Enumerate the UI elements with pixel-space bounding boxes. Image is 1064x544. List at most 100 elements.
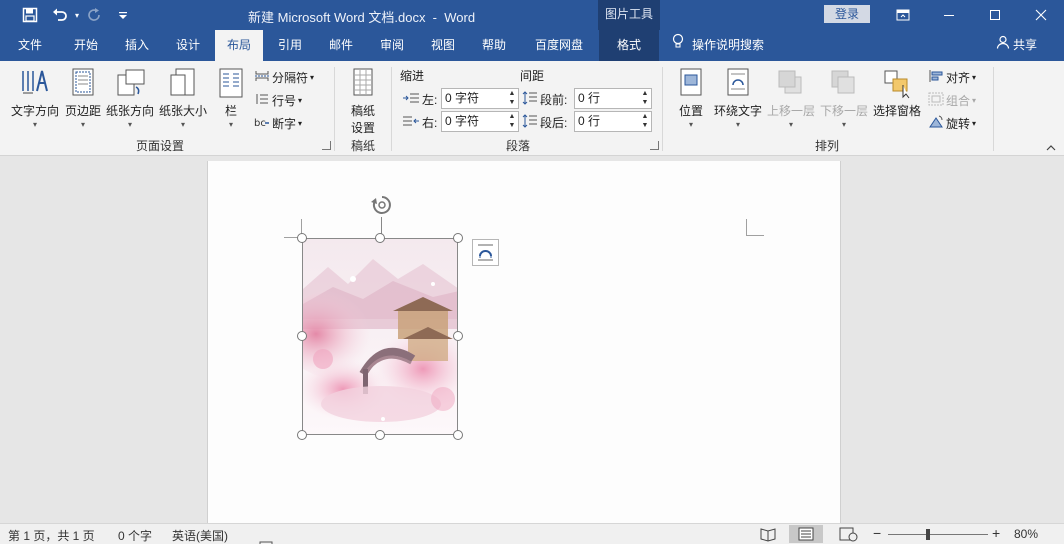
- print-layout-icon[interactable]: [789, 525, 823, 543]
- selection-pane-button[interactable]: 选择窗格: [872, 67, 922, 119]
- group-divider: [391, 67, 392, 151]
- bring-forward-label: 上移一层: [766, 104, 815, 118]
- position-button[interactable]: 位置 ▾: [675, 67, 707, 129]
- chevron-down-icon: ▾: [841, 120, 846, 129]
- resize-handle-top-left[interactable]: [297, 233, 307, 243]
- tell-me-label: 操作说明搜索: [692, 38, 765, 52]
- picture-tools-context-title: 图片工具: [598, 0, 660, 30]
- rotate-button[interactable]: 旋转 ▾: [928, 114, 976, 132]
- tab-baidu-netdisk[interactable]: 百度网盘: [519, 30, 599, 61]
- breaks-button[interactable]: 分隔符 ▾: [254, 68, 314, 86]
- hyphenation-icon: bc: [254, 115, 270, 132]
- zoom-out-button[interactable]: −: [873, 525, 881, 541]
- chevron-down-icon: ▾: [180, 120, 185, 129]
- indent-right-input[interactable]: 0 字符 ▲ ▼: [441, 111, 519, 132]
- columns-button[interactable]: 栏 ▾: [215, 67, 247, 129]
- maximize-icon[interactable]: [972, 0, 1018, 30]
- document-page[interactable]: [207, 161, 841, 523]
- line-numbers-icon: [254, 92, 270, 109]
- ribbon-display-options-icon[interactable]: [880, 0, 926, 30]
- tab-layout[interactable]: 布局: [215, 30, 263, 61]
- spinner-arrows-icon[interactable]: ▲ ▼: [639, 112, 651, 131]
- spacing-after-input[interactable]: 0 行 ▲ ▼: [574, 111, 652, 132]
- indent-title: 缩进: [400, 69, 425, 83]
- line-numbers-button[interactable]: 行号 ▾: [254, 91, 302, 109]
- tab-review[interactable]: 审阅: [367, 30, 417, 61]
- close-icon[interactable]: [1018, 0, 1064, 30]
- send-backward-button: 下移一层 ▾: [819, 67, 869, 129]
- language-indicator[interactable]: 英语(美国): [172, 527, 228, 544]
- tab-mailings[interactable]: 邮件: [315, 30, 367, 61]
- indent-left-input[interactable]: 0 字符 ▲ ▼: [441, 88, 519, 109]
- resize-handle-top-right[interactable]: [453, 233, 463, 243]
- chevron-down-icon: ▾: [688, 120, 693, 129]
- tell-me-search[interactable]: 操作说明搜索: [672, 30, 764, 61]
- share-button[interactable]: 共享: [996, 30, 1037, 61]
- zoom-level[interactable]: 80%: [1014, 527, 1038, 541]
- tab-references[interactable]: 引用: [265, 30, 315, 61]
- selected-picture[interactable]: [302, 238, 458, 435]
- resize-handle-left[interactable]: [297, 331, 307, 341]
- margins-button[interactable]: 页边距 ▾: [63, 67, 103, 129]
- send-backward-label: 下移一层: [819, 104, 868, 118]
- resize-handle-right[interactable]: [453, 331, 463, 341]
- chevron-down-icon: ▾: [298, 118, 303, 128]
- tab-format[interactable]: 格式: [599, 30, 659, 61]
- read-mode-icon[interactable]: [756, 525, 780, 543]
- tab-design[interactable]: 设计: [162, 30, 214, 61]
- rotate-handle-icon[interactable]: [370, 193, 394, 217]
- spacing-after-label: 段后:: [540, 116, 568, 130]
- resize-handle-top[interactable]: [375, 233, 385, 243]
- tab-file[interactable]: 文件: [0, 30, 60, 61]
- text-direction-label: 文字方向: [10, 104, 59, 118]
- bring-forward-icon: [775, 67, 807, 99]
- draft-settings-button[interactable]: 稿纸 设置: [344, 67, 382, 136]
- spacing-before-input[interactable]: 0 行 ▲ ▼: [574, 88, 652, 109]
- collapse-ribbon-icon[interactable]: [1046, 143, 1056, 154]
- tab-home[interactable]: 开始: [60, 30, 112, 61]
- hyphenation-label: 断字: [272, 116, 297, 131]
- spacing-after-icon: [522, 114, 538, 131]
- page-count[interactable]: 第 1 页，共 1 页: [8, 527, 95, 544]
- resize-handle-bottom-left[interactable]: [297, 430, 307, 440]
- align-button[interactable]: 对齐 ▾: [928, 68, 976, 86]
- chevron-down-icon: ▾: [228, 120, 233, 129]
- tab-help[interactable]: 帮助: [469, 30, 519, 61]
- tab-insert[interactable]: 插入: [112, 30, 162, 61]
- minimize-icon[interactable]: [926, 0, 972, 30]
- page-setup-launcher-icon[interactable]: [322, 141, 331, 150]
- breaks-icon: [254, 69, 270, 86]
- group-button: 组合 ▾: [928, 91, 976, 109]
- breaks-label: 分隔符: [272, 70, 309, 85]
- login-button[interactable]: 登录: [824, 5, 870, 23]
- resize-handle-bottom-right[interactable]: [453, 430, 463, 440]
- rotate-icon: [928, 115, 944, 132]
- paragraph-launcher-icon[interactable]: [650, 141, 659, 150]
- customize-qat-icon[interactable]: [112, 4, 134, 26]
- layout-options-button[interactable]: [472, 239, 499, 266]
- save-icon[interactable]: [19, 4, 41, 26]
- text-direction-button[interactable]: 文字方向 ▾: [9, 67, 61, 129]
- word-count[interactable]: 0 个字: [118, 527, 152, 544]
- spinner-arrows-icon[interactable]: ▲ ▼: [506, 89, 518, 108]
- spinner-arrows-icon[interactable]: ▲ ▼: [506, 112, 518, 131]
- wrap-text-button[interactable]: 环绕文字 ▾: [713, 67, 763, 129]
- resize-handle-bottom[interactable]: [375, 430, 385, 440]
- zoom-slider-thumb[interactable]: [926, 529, 930, 540]
- size-label: 纸张大小: [158, 104, 207, 118]
- tab-view[interactable]: 视图: [417, 30, 469, 61]
- spacing-after-label-wrap: 段后:: [522, 114, 567, 131]
- draft-paper-icon: [347, 67, 379, 99]
- size-button[interactable]: 纸张大小 ▾: [158, 67, 208, 129]
- web-layout-icon[interactable]: [836, 525, 860, 543]
- hyphenation-button[interactable]: bc 断字 ▾: [254, 114, 302, 132]
- wrap-text-icon: [722, 67, 754, 99]
- zoom-in-button[interactable]: +: [992, 525, 1000, 541]
- zoom-slider-track[interactable]: [888, 534, 988, 535]
- spinner-arrows-icon[interactable]: ▲ ▼: [639, 89, 651, 108]
- macro-recording-icon[interactable]: [246, 526, 273, 544]
- orientation-button[interactable]: 纸张方向 ▾: [105, 67, 155, 129]
- redo-icon: [84, 4, 106, 26]
- chevron-down-icon: ▾: [310, 72, 315, 82]
- page-size-icon: [167, 67, 199, 99]
